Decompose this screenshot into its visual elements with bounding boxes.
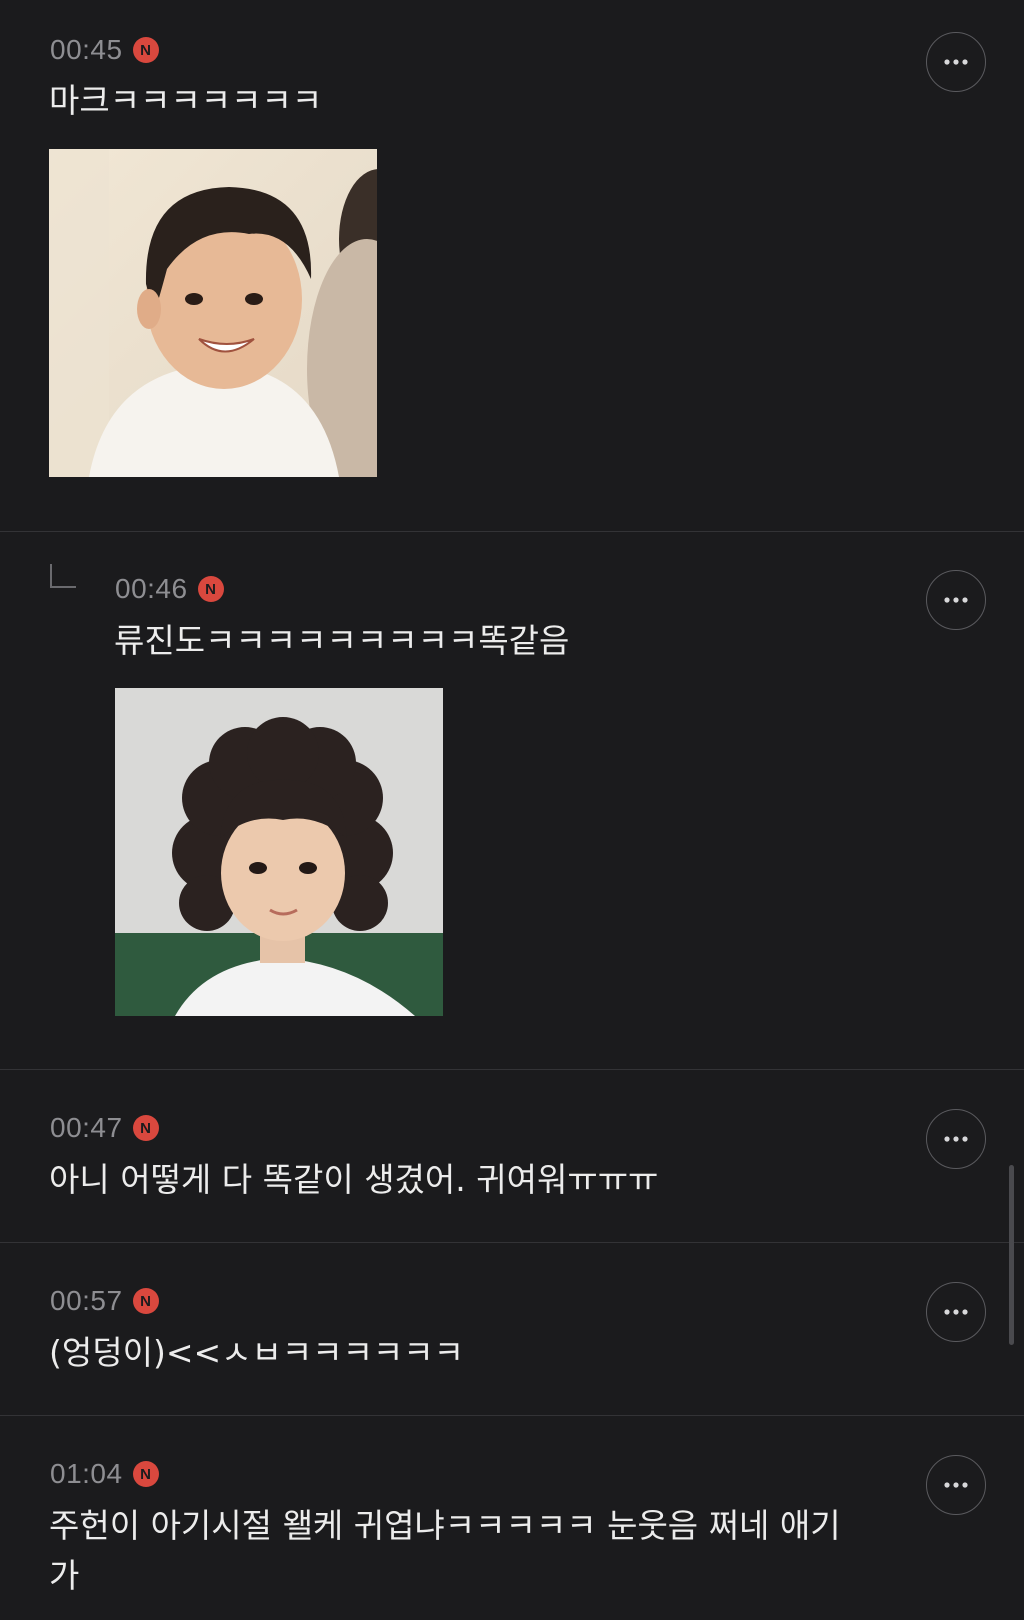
- comment-divider: [0, 1069, 1024, 1070]
- photo-toddler-boy-icon: [49, 149, 377, 477]
- comment-meta: 01:04 N: [50, 1458, 159, 1490]
- more-horizontal-icon: [944, 1309, 968, 1315]
- comment-text: (엉덩이)<<ㅅㅂㅋㅋㅋㅋㅋㅋ: [49, 1333, 465, 1372]
- comment-meta: 00:47 N: [50, 1112, 159, 1144]
- comment-divider: [0, 1242, 1024, 1243]
- comment-time: 00:45: [50, 34, 123, 65]
- comment-text: 류진도ㅋㅋㅋㅋㅋㅋㅋㅋㅋ똑같음: [114, 621, 570, 660]
- comment-meta: 00:46 N: [115, 573, 224, 605]
- comment-divider: [0, 1415, 1024, 1416]
- reply-arrow-icon: [50, 564, 76, 588]
- comment-text: 주헌이 아기시절 왤케 귀엽냐ㅋㅋㅋㅋㅋ 눈웃음 쩌네 애기 가: [49, 1506, 841, 1595]
- more-options-button[interactable]: [926, 1282, 986, 1342]
- comment-time: 00:47: [50, 1112, 123, 1143]
- comment-image[interactable]: [115, 688, 443, 1016]
- more-horizontal-icon: [944, 1136, 968, 1142]
- new-badge-icon: N: [132, 1461, 159, 1487]
- more-horizontal-icon: [944, 59, 968, 65]
- more-horizontal-icon: [944, 597, 968, 603]
- comment-time: 00:57: [50, 1285, 123, 1316]
- comment-text: 아니 어떻게 다 똑같이 생겼어. 귀여워ㅠㅠㅠ: [49, 1160, 659, 1199]
- comment-time: 01:04: [50, 1458, 123, 1489]
- comment-text: 마크ㅋㅋㅋㅋㅋㅋㅋ: [49, 81, 323, 120]
- new-badge-icon: N: [132, 1115, 159, 1141]
- more-options-button[interactable]: [926, 1455, 986, 1515]
- more-options-button[interactable]: [926, 1109, 986, 1169]
- comment-time: 00:46: [115, 573, 188, 604]
- new-badge-icon: N: [132, 1288, 159, 1314]
- more-options-button[interactable]: [926, 32, 986, 92]
- comment-image[interactable]: [49, 149, 377, 477]
- scrollbar[interactable]: [1009, 1165, 1014, 1345]
- new-badge-icon: N: [132, 37, 159, 63]
- comment-divider: [0, 531, 1024, 532]
- more-horizontal-icon: [944, 1482, 968, 1488]
- new-badge-icon: N: [197, 576, 224, 602]
- comment-meta: 00:57 N: [50, 1285, 159, 1317]
- photo-curly-hair-girl-icon: [115, 688, 443, 1016]
- comment-meta: 00:45 N: [50, 34, 159, 66]
- more-options-button[interactable]: [926, 570, 986, 630]
